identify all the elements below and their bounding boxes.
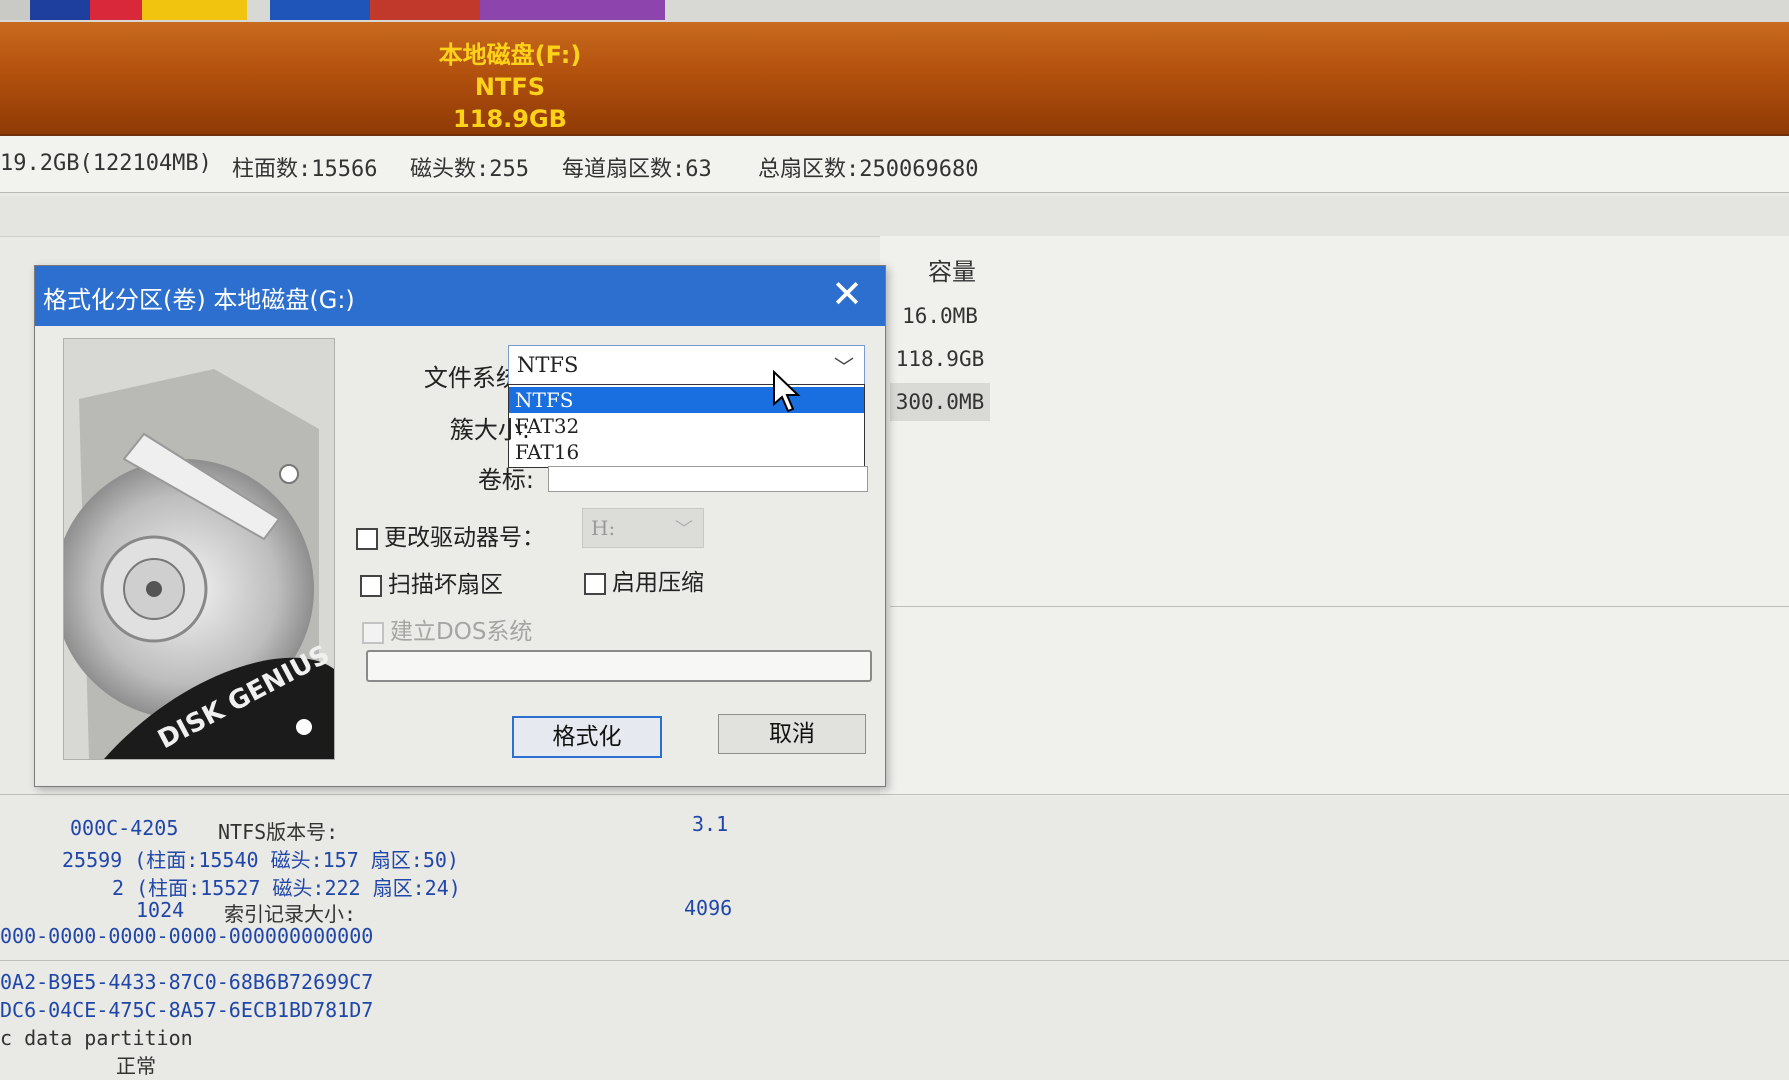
enable-compression-checkbox[interactable]: 启用压缩 [584, 563, 704, 597]
partition-name: 本地磁盘(F:) [438, 41, 582, 69]
detail-serial: 000C-4205 [70, 816, 179, 840]
drive-letter-select[interactable]: H: ﹀ [582, 508, 704, 548]
disk-total-sectors: 总扇区数:250069680 [758, 157, 979, 182]
enable-compression-label: 启用压缩 [612, 570, 704, 596]
checkbox-icon[interactable] [360, 574, 382, 597]
partition-size: 118.9GB [453, 105, 567, 133]
detail-index-record-label: 索引记录大小: [224, 902, 357, 926]
disk-capacity: 19.2GB(122104MB) [0, 151, 212, 176]
capacity-cell[interactable]: 16.0MB [890, 297, 990, 335]
detail-status: 正常 [116, 1054, 156, 1078]
filesystem-select-value: NTFS [517, 353, 579, 377]
create-dos-label: 建立DOS系统 [390, 619, 533, 645]
dropdown-option-fat16[interactable]: FAT16 [509, 439, 864, 465]
dialog-title-bar[interactable]: 格式化分区(卷) 本地磁盘(G:) ✕ [35, 266, 885, 326]
disk-info-bar: 19.2GB(122104MB) 柱面数:15566 磁头数:255 每道扇区数… [0, 136, 1789, 193]
partition-list-area [880, 236, 1789, 796]
toolbar-button-2[interactable] [30, 0, 90, 20]
capacity-column-header[interactable]: 容量 [928, 252, 976, 287]
toolbar-button-6[interactable] [370, 0, 480, 20]
filesystem-dropdown-list: NTFS FAT32 FAT16 [508, 384, 865, 468]
hard-disk-icon: DISK GENIUS [64, 339, 334, 759]
cancel-button[interactable]: 取消 [718, 714, 866, 754]
detail-guid-3: DC6-04CE-475C-8A57-6ECB1BD781D7 [0, 998, 374, 1022]
toolbar-button-7[interactable] [480, 0, 665, 20]
chevron-down-icon: ﹀ [675, 519, 693, 540]
detail-line-2: 25599 (柱面:15540 磁头:157 扇区:50) [62, 848, 459, 872]
scan-bad-sectors-label: 扫描坏扇区 [388, 572, 503, 598]
capacity-cell[interactable]: 118.9GB [890, 340, 990, 378]
detail-ntfs-version-value: 3.1 [692, 812, 729, 836]
dropdown-option-ntfs[interactable]: NTFS [509, 387, 864, 413]
create-dos-checkbox[interactable]: 建立DOS系统 [362, 612, 532, 646]
disk-partition-bar[interactable]: 本地磁盘(F:) NTFS 118.9GB [0, 22, 1789, 136]
divider [0, 794, 1789, 795]
detail-index-record-value: 4096 [684, 896, 733, 920]
close-icon[interactable]: ✕ [827, 274, 867, 314]
detail-partition-type: c data partition [0, 1026, 193, 1050]
disk-heads: 磁头数:255 [410, 157, 529, 182]
scan-bad-sectors-checkbox[interactable]: 扫描坏扇区 [360, 565, 503, 599]
divider [890, 606, 1789, 607]
change-drive-letter-label: 更改驱动器号： [384, 525, 545, 551]
toolbar-button-4[interactable] [142, 0, 247, 20]
toolbar-button-5[interactable] [270, 0, 370, 20]
volume-label-input[interactable] [548, 466, 868, 492]
toolbar-button-1[interactable] [0, 0, 30, 20]
checkbox-icon[interactable] [356, 527, 378, 550]
detail-line-3: 2 (柱面:15527 磁头:222 扇区:24) [112, 876, 461, 900]
detail-record-size: 1024 [136, 898, 185, 922]
detail-ntfs-version-label: NTFS版本号: [218, 820, 339, 844]
chevron-down-icon[interactable]: ﹀ [834, 351, 854, 380]
format-button[interactable]: 格式化 [512, 716, 662, 758]
filesystem-select[interactable]: NTFS ﹀ [508, 345, 865, 385]
column-header-strip [0, 196, 1789, 237]
partition-filesystem: NTFS [474, 73, 546, 101]
volume-label-label: 卷标: [477, 466, 534, 494]
checkbox-icon[interactable] [584, 572, 606, 595]
toolbar-strip [0, 0, 1789, 22]
disk-genius-illustration: DISK GENIUS [63, 338, 335, 760]
dialog-title: 格式化分区(卷) 本地磁盘(G:) [43, 286, 355, 314]
mouse-cursor-icon [773, 370, 801, 413]
detail-guid-2: 0A2-B9E5-4433-87C0-68B6B72699C7 [0, 970, 374, 994]
capacity-cell-selected[interactable]: 300.0MB [890, 383, 990, 421]
disk-cylinders: 柱面数:15566 [232, 157, 378, 182]
cluster-size-label: 簇大小: [449, 416, 530, 444]
change-drive-letter-checkbox[interactable]: 更改驱动器号： [356, 518, 545, 552]
divider [0, 960, 1789, 961]
dropdown-option-fat32[interactable]: FAT32 [509, 413, 864, 439]
drive-letter-value: H: [591, 516, 616, 540]
detail-guid-1: 000-0000-0000-0000-000000000000 [0, 924, 374, 948]
checkbox-icon[interactable] [362, 621, 384, 644]
format-progress-bar [366, 650, 872, 682]
disk-sectors-per-track: 每道扇区数:63 [562, 157, 712, 182]
toolbar-button-3[interactable] [90, 0, 142, 20]
